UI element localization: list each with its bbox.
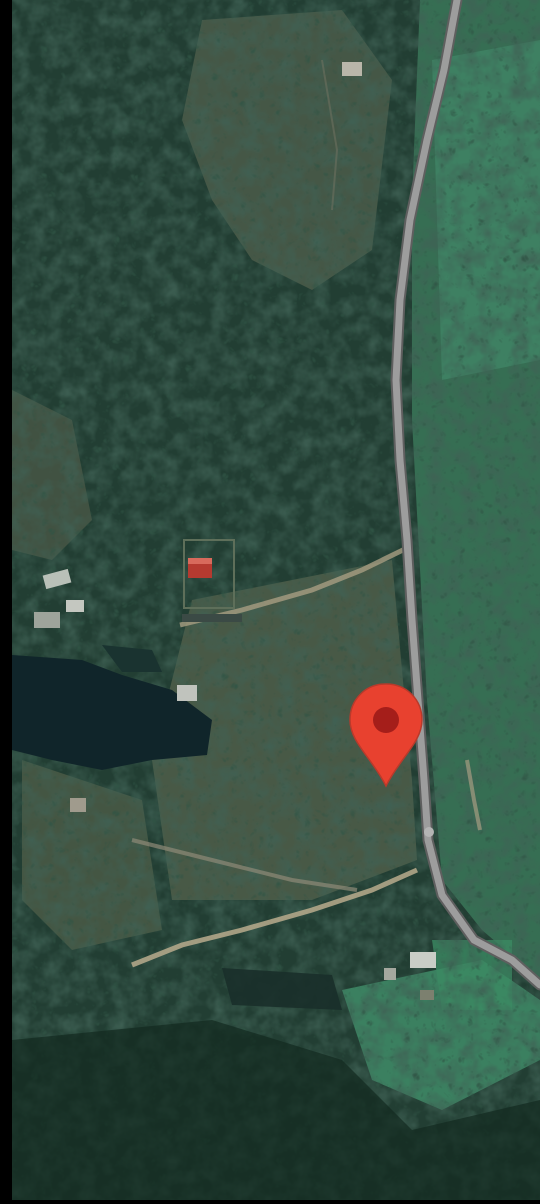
building-4 — [177, 685, 197, 701]
building-2 — [66, 600, 84, 612]
building-6 — [70, 798, 86, 812]
satellite-map[interactable] — [12, 0, 540, 1200]
building-7 — [410, 952, 436, 968]
building-3 — [34, 612, 60, 628]
bottom-edge-bar — [0, 1200, 540, 1204]
building-8 — [384, 968, 396, 980]
pin-center-dot — [373, 707, 399, 733]
map-canvas[interactable] — [12, 0, 540, 1200]
road-node — [424, 827, 434, 837]
building-9 — [420, 990, 434, 1000]
building-5 — [342, 62, 362, 76]
bridge — [182, 614, 242, 622]
left-edge-bar — [0, 0, 12, 1204]
building-red-roof-ridge — [188, 558, 212, 564]
